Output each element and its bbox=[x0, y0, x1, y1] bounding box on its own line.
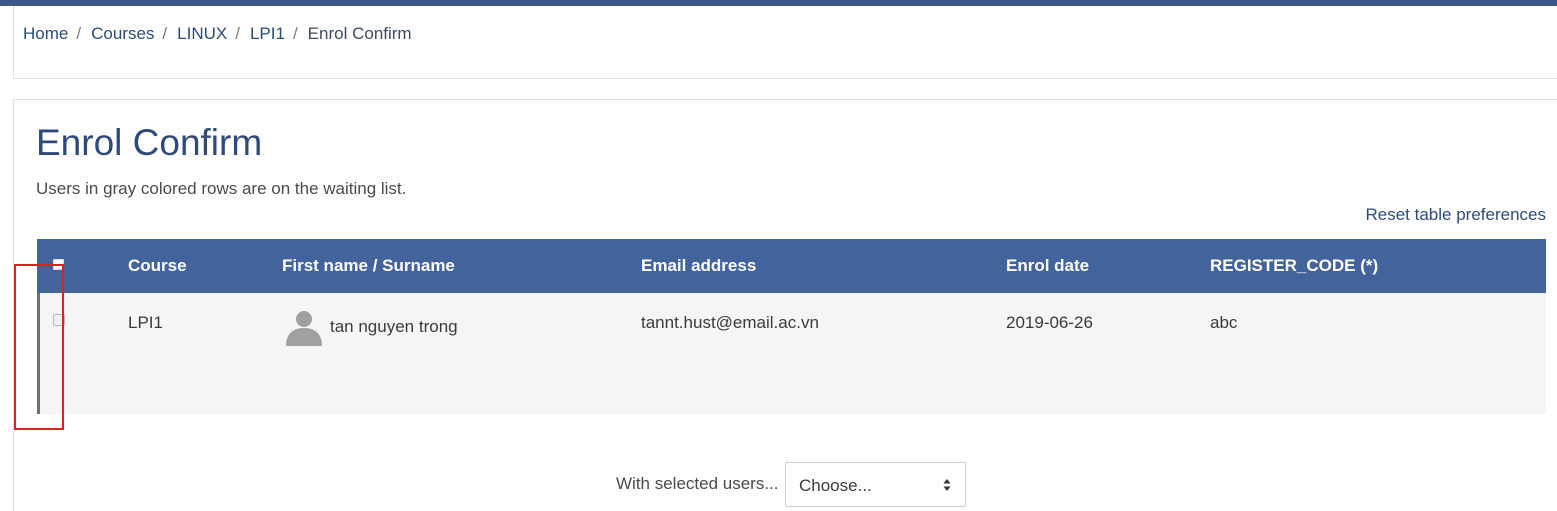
breadcrumb: Home / Courses / LINUX / LPI1 / Enrol Co… bbox=[23, 24, 412, 44]
user-avatar-icon bbox=[286, 311, 322, 346]
cell-enrol-date: 2019-06-26 bbox=[1006, 313, 1093, 332]
user-name-link[interactable]: tan nguyen trong bbox=[330, 317, 458, 337]
column-header-email[interactable]: Email address bbox=[641, 256, 756, 276]
column-header-course[interactable]: Course bbox=[128, 256, 187, 276]
page-title: Enrol Confirm bbox=[36, 122, 263, 163]
column-header-register-code[interactable]: REGISTER_CODE (*) bbox=[1210, 256, 1378, 276]
breadcrumb-separator: / bbox=[76, 24, 82, 43]
cell-register-code: abc bbox=[1210, 313, 1238, 332]
cell-email: tannt.hust@email.ac.vn bbox=[641, 313, 819, 332]
bulk-action-select-value: Choose... bbox=[799, 476, 872, 495]
table-header: Course First name / Surname Email addres… bbox=[37, 239, 1546, 293]
breadcrumb-home[interactable]: Home bbox=[23, 24, 68, 44]
column-header-enrol-date[interactable]: Enrol date bbox=[1006, 256, 1089, 276]
breadcrumb-separator: / bbox=[292, 24, 298, 43]
breadcrumb-separator: / bbox=[162, 24, 168, 43]
breadcrumb-separator: / bbox=[235, 24, 240, 43]
breadcrumb-courses[interactable]: Courses bbox=[91, 24, 154, 44]
cell-course: LPI1 bbox=[128, 313, 163, 332]
column-header-name[interactable]: First name / Surname bbox=[282, 256, 455, 276]
reset-table-preferences-link[interactable]: Reset table preferences bbox=[1366, 205, 1547, 225]
select-arrows-icon bbox=[943, 479, 951, 491]
bulk-action-label: With selected users... bbox=[616, 474, 779, 493]
waiting-list-notice: Users in gray colored rows are on the wa… bbox=[36, 179, 407, 198]
breadcrumb-current: Enrol Confirm bbox=[307, 24, 412, 43]
highlight-annotation-box bbox=[14, 264, 64, 430]
table-row: LPI1 tan nguyen trong tannt.hust@email.a… bbox=[37, 293, 1546, 414]
breadcrumb-linux[interactable]: LINUX bbox=[177, 24, 227, 44]
bulk-action-select[interactable]: Choose... bbox=[785, 462, 966, 507]
breadcrumb-lpi1[interactable]: LPI1 bbox=[250, 24, 285, 44]
